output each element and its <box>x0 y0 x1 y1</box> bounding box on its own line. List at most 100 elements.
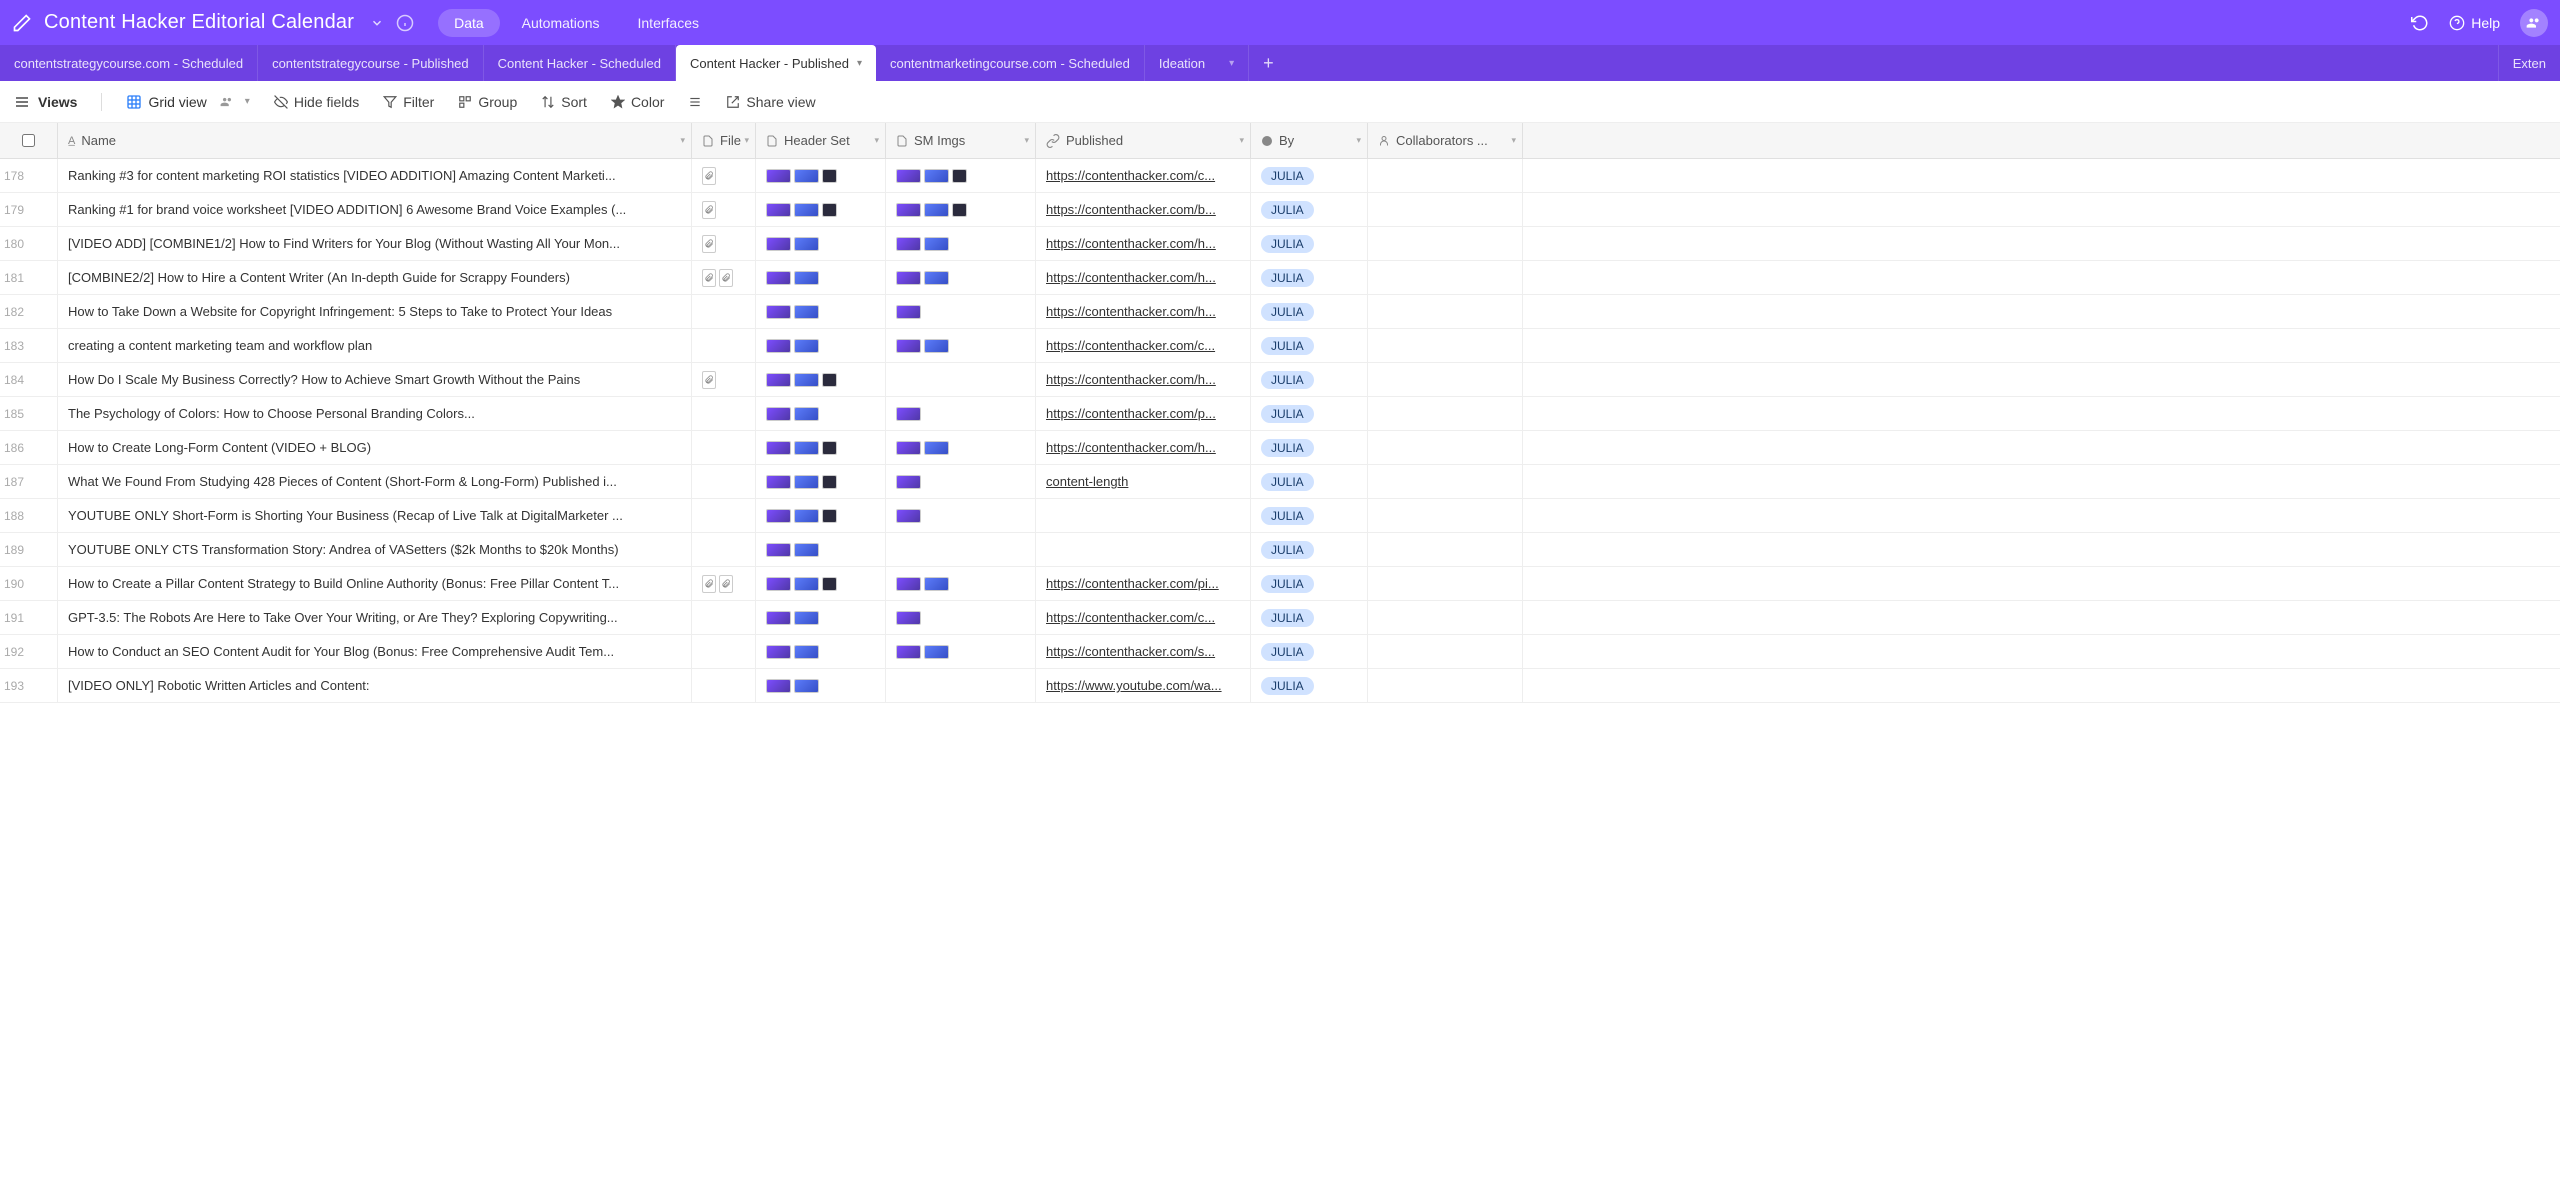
author-tag[interactable]: JULIA <box>1261 507 1314 525</box>
chevron-down-icon[interactable]: ▾ <box>1356 135 1361 146</box>
cell-file[interactable] <box>692 261 756 294</box>
cell-collaborators[interactable] <box>1368 261 1523 294</box>
thumbnail[interactable] <box>794 679 819 693</box>
table-row[interactable]: 184 How Do I Scale My Business Correctly… <box>0 363 2560 397</box>
tab-4[interactable]: contentmarketingcourse.com - Scheduled <box>876 45 1145 81</box>
thumbnail[interactable] <box>794 237 819 251</box>
extensions-button[interactable]: Exten <box>2498 45 2560 81</box>
col-name[interactable]: A̲Name ▾ <box>58 123 692 158</box>
cell-by[interactable]: JULIA <box>1251 227 1368 260</box>
cell-sm-imgs[interactable] <box>886 567 1036 600</box>
nav-automations[interactable]: Automations <box>506 9 616 37</box>
tab-1[interactable]: contentstrategycourse - Published <box>258 45 484 81</box>
author-tag[interactable]: JULIA <box>1261 303 1314 321</box>
thumbnail[interactable] <box>766 543 791 557</box>
table-row[interactable]: 186 How to Create Long-Form Content (VID… <box>0 431 2560 465</box>
cell-file[interactable] <box>692 567 756 600</box>
thumbnail[interactable] <box>924 169 949 183</box>
cell-by[interactable]: JULIA <box>1251 669 1368 702</box>
cell-header-set[interactable] <box>756 227 886 260</box>
thumbnail[interactable] <box>766 339 791 353</box>
thumbnail[interactable] <box>794 373 819 387</box>
author-tag[interactable]: JULIA <box>1261 643 1314 661</box>
col-header-set[interactable]: Header Set ▾ <box>756 123 886 158</box>
thumbnail[interactable] <box>896 407 921 421</box>
cell-collaborators[interactable] <box>1368 567 1523 600</box>
thumbnail[interactable] <box>766 203 791 217</box>
cell-collaborators[interactable] <box>1368 193 1523 226</box>
thumbnail[interactable] <box>794 305 819 319</box>
paperclip-icon[interactable] <box>702 575 716 593</box>
cell-name[interactable]: The Psychology of Colors: How to Choose … <box>58 397 692 430</box>
chevron-down-icon[interactable]: ▾ <box>857 58 862 69</box>
cell-file[interactable] <box>692 159 756 192</box>
color-button[interactable]: Color <box>611 94 664 110</box>
cell-published[interactable]: https://contenthacker.com/h... <box>1036 227 1251 260</box>
thumbnail[interactable] <box>822 373 837 387</box>
thumbnail[interactable] <box>794 441 819 455</box>
cell-header-set[interactable] <box>756 601 886 634</box>
cell-name[interactable]: What We Found From Studying 428 Pieces o… <box>58 465 692 498</box>
cell-file[interactable] <box>692 601 756 634</box>
thumbnail[interactable] <box>896 645 921 659</box>
cell-header-set[interactable] <box>756 499 886 532</box>
thumbnail[interactable] <box>924 577 949 591</box>
cell-collaborators[interactable] <box>1368 227 1523 260</box>
cell-header-set[interactable] <box>756 669 886 702</box>
thumbnail[interactable] <box>794 203 819 217</box>
published-link[interactable]: content-length <box>1046 474 1240 489</box>
paperclip-icon[interactable] <box>702 167 716 185</box>
thumbnail[interactable] <box>794 407 819 421</box>
thumbnail[interactable] <box>822 169 837 183</box>
cell-by[interactable]: JULIA <box>1251 261 1368 294</box>
cell-collaborators[interactable] <box>1368 669 1523 702</box>
cell-name[interactable]: [COMBINE2/2] How to Hire a Content Write… <box>58 261 692 294</box>
cell-by[interactable]: JULIA <box>1251 567 1368 600</box>
table-row[interactable]: 189 YOUTUBE ONLY CTS Transformation Stor… <box>0 533 2560 567</box>
cell-by[interactable]: JULIA <box>1251 533 1368 566</box>
thumbnail[interactable] <box>822 475 837 489</box>
cell-sm-imgs[interactable] <box>886 295 1036 328</box>
published-link[interactable]: https://contenthacker.com/p... <box>1046 406 1240 421</box>
published-link[interactable]: https://contenthacker.com/h... <box>1046 372 1240 387</box>
tab-5[interactable]: Ideation▾ <box>1145 45 1249 81</box>
table-row[interactable]: 190 How to Create a Pillar Content Strat… <box>0 567 2560 601</box>
published-link[interactable]: https://contenthacker.com/s... <box>1046 644 1240 659</box>
cell-by[interactable]: JULIA <box>1251 397 1368 430</box>
table-row[interactable]: 178 Ranking #3 for content marketing ROI… <box>0 159 2560 193</box>
table-row[interactable]: 179 Ranking #1 for brand voice worksheet… <box>0 193 2560 227</box>
thumbnail[interactable] <box>766 611 791 625</box>
thumbnail[interactable] <box>896 305 921 319</box>
cell-published[interactable]: https://contenthacker.com/b... <box>1036 193 1251 226</box>
chevron-down-icon[interactable]: ▾ <box>1239 135 1244 146</box>
cell-by[interactable]: JULIA <box>1251 193 1368 226</box>
thumbnail[interactable] <box>822 509 837 523</box>
thumbnail[interactable] <box>794 271 819 285</box>
cell-sm-imgs[interactable] <box>886 193 1036 226</box>
thumbnail[interactable] <box>766 509 791 523</box>
thumbnail[interactable] <box>896 509 921 523</box>
chevron-down-icon[interactable]: ▾ <box>680 135 685 146</box>
cell-by[interactable]: JULIA <box>1251 295 1368 328</box>
cell-published[interactable]: https://contenthacker.com/pi... <box>1036 567 1251 600</box>
chevron-down-icon[interactable]: ▾ <box>1229 58 1234 69</box>
table-row[interactable]: 181 [COMBINE2/2] How to Hire a Content W… <box>0 261 2560 295</box>
chevron-down-icon[interactable] <box>370 16 384 30</box>
cell-file[interactable] <box>692 397 756 430</box>
nav-interfaces[interactable]: Interfaces <box>622 9 715 37</box>
cell-published[interactable]: https://contenthacker.com/h... <box>1036 431 1251 464</box>
row-number[interactable]: 191 <box>0 601 58 634</box>
cell-file[interactable] <box>692 227 756 260</box>
row-number[interactable]: 190 <box>0 567 58 600</box>
cell-published[interactable] <box>1036 499 1251 532</box>
paperclip-icon[interactable] <box>702 201 716 219</box>
cell-published[interactable]: https://contenthacker.com/p... <box>1036 397 1251 430</box>
author-tag[interactable]: JULIA <box>1261 575 1314 593</box>
author-tag[interactable]: JULIA <box>1261 439 1314 457</box>
cell-sm-imgs[interactable] <box>886 601 1036 634</box>
row-number[interactable]: 179 <box>0 193 58 226</box>
cell-published[interactable]: content-length <box>1036 465 1251 498</box>
cell-published[interactable]: https://contenthacker.com/c... <box>1036 329 1251 362</box>
thumbnail[interactable] <box>766 407 791 421</box>
row-number[interactable]: 184 <box>0 363 58 396</box>
